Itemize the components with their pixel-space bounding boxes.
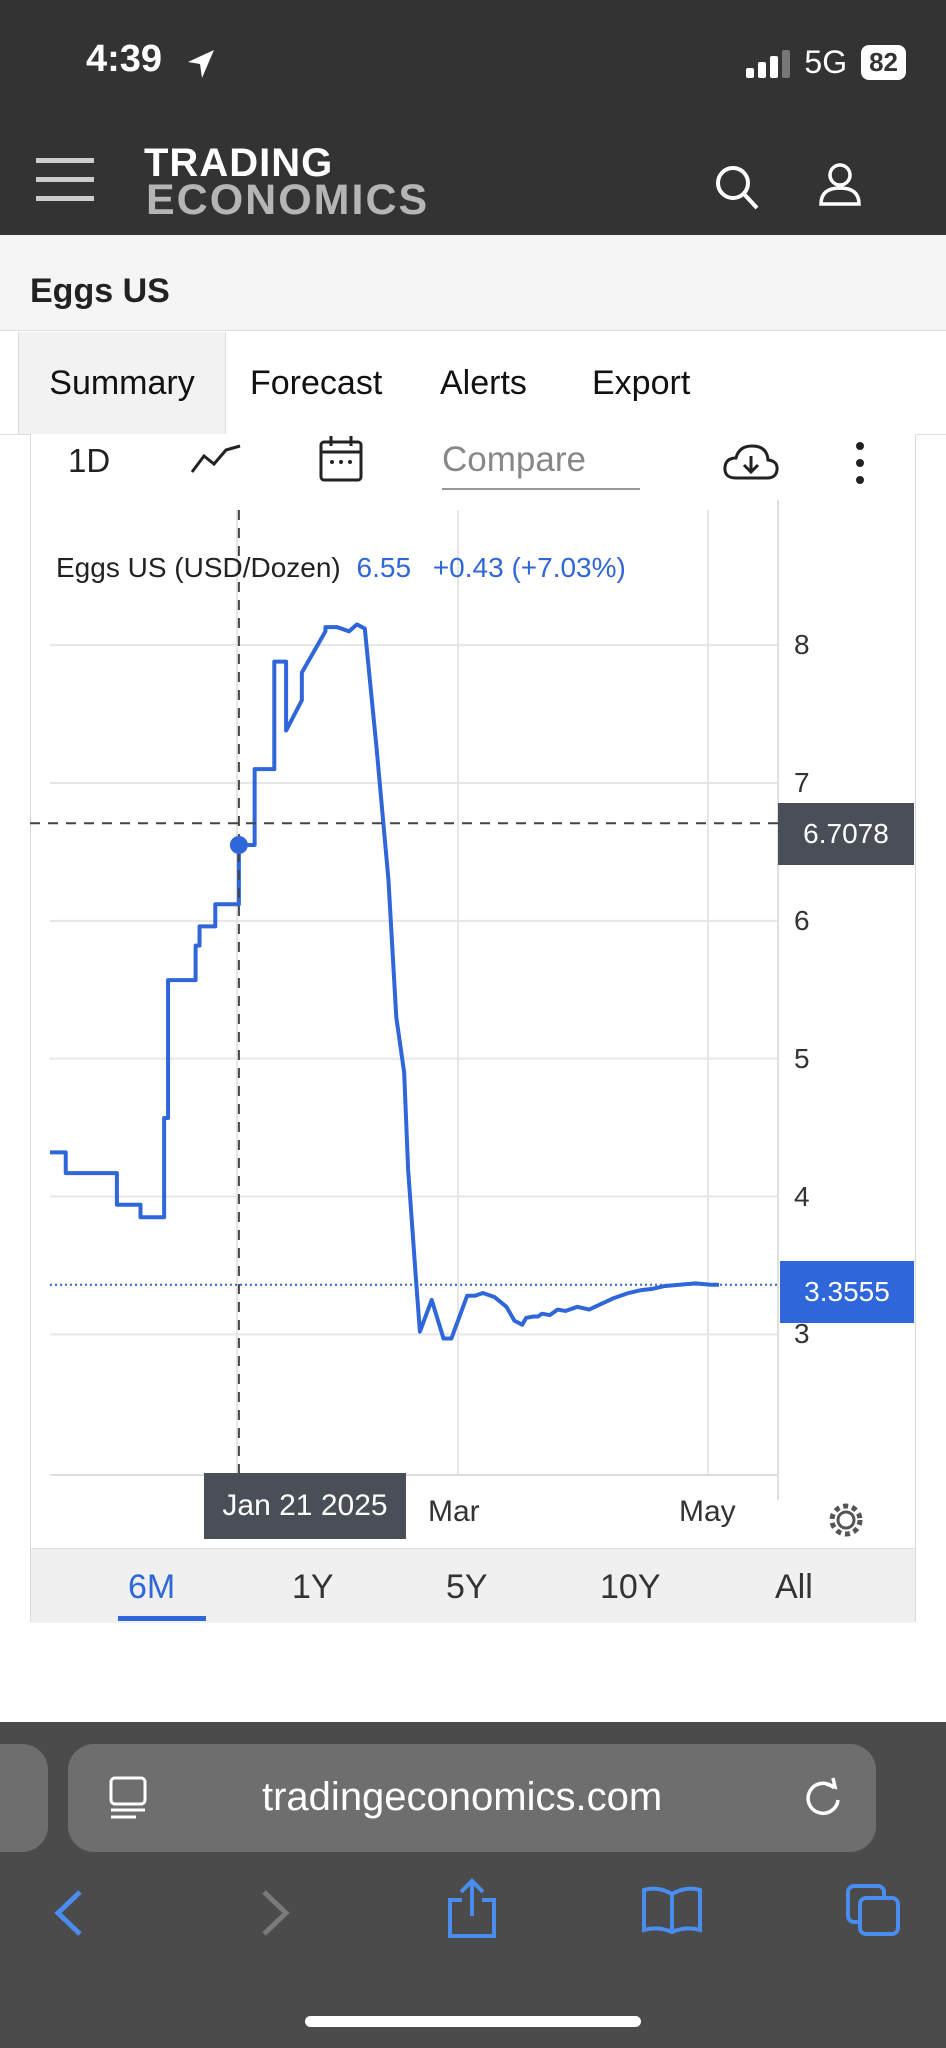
url-text[interactable]: tradingeconomics.com xyxy=(262,1775,662,1820)
x-tick-label: Mar xyxy=(428,1495,480,1528)
last-value-label: 3.3555 xyxy=(780,1261,914,1323)
crosshair-value-label: 6.7078 xyxy=(778,803,914,865)
hover-point xyxy=(229,835,248,854)
range-5y-button[interactable]: 5Y xyxy=(446,1568,488,1607)
share-icon[interactable] xyxy=(446,1878,498,1940)
hamburger-menu-icon[interactable] xyxy=(36,156,96,202)
reader-mode-icon[interactable] xyxy=(108,1776,150,1820)
line-chart-type-icon[interactable] xyxy=(190,442,242,476)
range-active-indicator xyxy=(118,1616,206,1621)
logo-economics[interactable]: ECONOMICS xyxy=(146,179,429,222)
chart-legend: Eggs US (USD/Dozen) 6.55 +0.43 (+7.03%) xyxy=(56,552,626,584)
y-tick-label: 7 xyxy=(794,766,810,798)
range-6m-button[interactable]: 6M xyxy=(128,1568,175,1607)
y-tick-label: 3 xyxy=(794,1318,810,1350)
range-1y-button[interactable]: 1Y xyxy=(292,1568,334,1607)
reload-icon[interactable] xyxy=(804,1776,844,1820)
tab-forecast[interactable]: Forecast xyxy=(250,332,382,434)
tab-summary[interactable]: Summary xyxy=(18,332,226,434)
more-options-icon[interactable] xyxy=(852,440,868,486)
search-icon[interactable] xyxy=(714,164,760,212)
tab-alerts[interactable]: Alerts xyxy=(440,332,527,434)
app-header xyxy=(0,0,946,235)
location-arrow-icon xyxy=(188,50,214,78)
calendar-icon[interactable] xyxy=(318,434,364,484)
status-indicators: 5G 82 xyxy=(746,44,906,81)
settings-gear-icon[interactable] xyxy=(826,1500,866,1540)
page-title: Eggs US xyxy=(30,272,170,310)
forward-icon[interactable] xyxy=(258,1888,292,1938)
crosshair-date-label: Jan 21 2025 xyxy=(204,1473,406,1539)
bookmarks-icon[interactable] xyxy=(640,1884,704,1936)
legend-value: 6.55 xyxy=(356,552,412,583)
tab-export[interactable]: Export xyxy=(592,332,690,434)
range-all-button[interactable]: All xyxy=(775,1568,813,1607)
legend-series-name: Eggs US (USD/Dozen) xyxy=(56,552,341,583)
series-line-eggs-us xyxy=(50,622,719,1341)
range-10y-button[interactable]: 10Y xyxy=(600,1568,661,1607)
network-label: 5G xyxy=(804,44,848,80)
legend-change: +0.43 (+7.03%) xyxy=(432,552,626,583)
signal-icon xyxy=(746,48,791,78)
compare-input[interactable]: Compare xyxy=(442,440,640,490)
y-tick-label: 6 xyxy=(794,904,810,936)
previous-tab-stub[interactable] xyxy=(0,1744,48,1852)
tabs-icon[interactable] xyxy=(844,1882,902,1938)
y-tick-label: 5 xyxy=(794,1042,810,1074)
back-icon[interactable] xyxy=(52,1888,86,1938)
range-1d-button[interactable]: 1D xyxy=(68,442,110,480)
home-indicator xyxy=(305,2016,641,2027)
cloud-download-icon[interactable] xyxy=(722,440,780,484)
status-time: 4:39 xyxy=(86,38,163,80)
user-icon[interactable] xyxy=(818,162,862,206)
y-tick-label: 8 xyxy=(794,629,810,661)
battery-icon: 82 xyxy=(861,45,906,80)
x-tick-label: May xyxy=(679,1495,736,1528)
y-tick-label: 4 xyxy=(794,1180,810,1212)
